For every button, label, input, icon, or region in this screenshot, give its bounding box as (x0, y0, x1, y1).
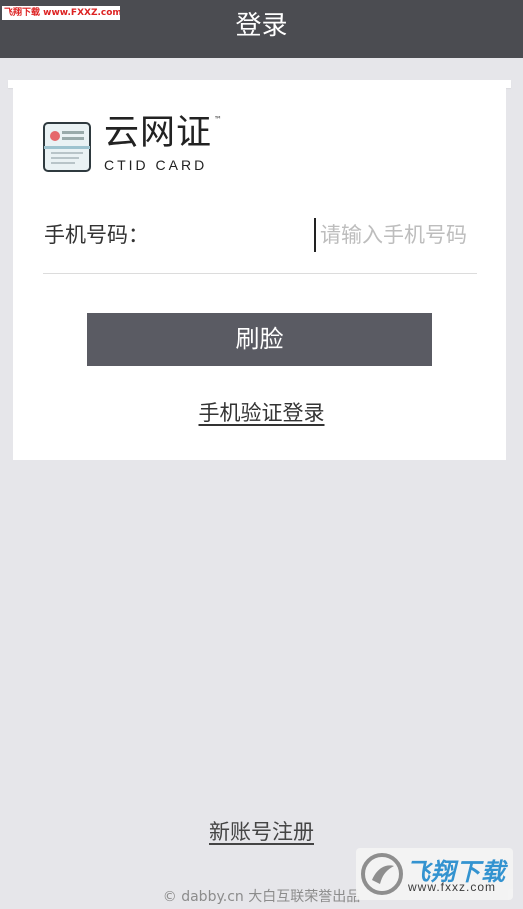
watermark-bottom-right: 飞翔下载 www.fxxz.com (356, 848, 513, 900)
phone-label: 手机号码： (44, 223, 149, 247)
register-link-wrap: 新账号注册 (0, 818, 523, 846)
watermark-logo-icon (361, 853, 403, 895)
logo-trademark: ™ (214, 115, 222, 124)
page-title: 登录 (235, 11, 288, 41)
logo-name: 云网证 (104, 113, 213, 153)
face-login-button[interactable]: 刷脸 (87, 313, 432, 366)
logo-subtitle: CTID CARD (104, 157, 208, 173)
card-top-strip (8, 80, 511, 88)
sms-login-link-wrap: 手机验证登录 (0, 399, 523, 427)
phone-underline (43, 273, 477, 274)
phone-input[interactable] (314, 218, 486, 252)
id-card-icon (43, 122, 91, 172)
sms-login-link[interactable]: 手机验证登录 (199, 401, 325, 425)
watermark-sub: www.fxxz.com (408, 880, 497, 894)
app-header: 飞翔下载 www.FXXZ.com 登录 (0, 0, 523, 58)
register-link[interactable]: 新账号注册 (209, 820, 314, 844)
card-scalloped-edge (13, 457, 506, 465)
